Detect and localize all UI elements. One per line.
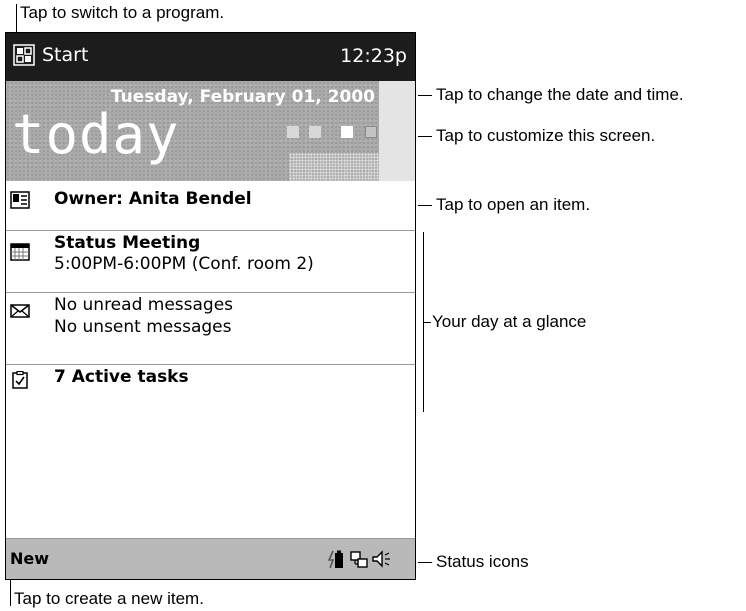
callout-line-customize bbox=[418, 136, 432, 137]
theme-square-2[interactable] bbox=[309, 126, 321, 138]
new-button[interactable]: New bbox=[10, 549, 49, 568]
contact-card-icon bbox=[10, 191, 30, 209]
theme-square-3[interactable] bbox=[341, 126, 353, 138]
start-label: Start bbox=[42, 44, 89, 66]
callout-switch-program: Tap to switch to a program. bbox=[20, 3, 225, 22]
callout-line-day-glance bbox=[423, 322, 431, 323]
today-banner[interactable]: Tuesday, February 01, 2000 today bbox=[6, 81, 415, 181]
owner-name: Owner: Anita Bendel bbox=[54, 189, 252, 209]
callout-status-icons: Status icons bbox=[436, 552, 529, 571]
banner-dither-corner bbox=[289, 153, 379, 181]
pocket-pc-screen: Start 12:23p Tuesday, February 01, 2000 … bbox=[5, 32, 416, 580]
callout-line-status-icons bbox=[418, 562, 432, 563]
windows-flag-icon bbox=[13, 44, 35, 66]
calendar-item[interactable]: Status Meeting 5:00PM-6:00PM (Conf. room… bbox=[6, 231, 415, 293]
tasks-item[interactable]: 7 Active tasks bbox=[6, 365, 415, 405]
callout-create-new-item: Tap to create a new item. bbox=[14, 589, 204, 608]
task-check-icon bbox=[12, 371, 28, 389]
banner-highlight bbox=[379, 81, 415, 181]
inbox-unsent: No unsent messages bbox=[54, 317, 232, 337]
callout-customize-screen: Tap to customize this screen. bbox=[436, 126, 656, 145]
battery-icon[interactable] bbox=[327, 550, 343, 569]
meeting-title: Status Meeting bbox=[54, 233, 201, 253]
calendar-icon bbox=[10, 243, 30, 261]
callout-line-open-item bbox=[418, 205, 432, 206]
callout-day-at-glance: Your day at a glance bbox=[432, 312, 587, 331]
callout-open-item: Tap to open an item. bbox=[436, 195, 591, 214]
meeting-detail: 5:00PM-6:00PM (Conf. room 2) bbox=[54, 254, 314, 274]
status-icons bbox=[327, 550, 390, 569]
speaker-icon[interactable] bbox=[372, 550, 390, 568]
command-bar: New bbox=[6, 538, 415, 579]
envelope-icon bbox=[10, 304, 30, 318]
clock[interactable]: 12:23p bbox=[340, 45, 407, 67]
today-title: today bbox=[12, 103, 180, 166]
callout-line-new-item bbox=[10, 580, 11, 606]
theme-square-4[interactable] bbox=[365, 126, 377, 138]
tasks-count: 7 Active tasks bbox=[54, 367, 189, 387]
theme-square-1[interactable] bbox=[287, 126, 299, 138]
callout-line-switch-program bbox=[16, 4, 17, 32]
owner-item[interactable]: Owner: Anita Bendel bbox=[6, 181, 415, 231]
callout-line-change-date bbox=[418, 95, 432, 96]
inbox-item[interactable]: No unread messages No unsent messages bbox=[6, 293, 415, 365]
navigation-bar: Start 12:23p bbox=[6, 33, 415, 81]
connection-icon[interactable] bbox=[350, 551, 368, 568]
callout-change-date-time: Tap to change the date and time. bbox=[436, 85, 684, 104]
inbox-unread: No unread messages bbox=[54, 295, 234, 315]
start-button[interactable]: Start bbox=[6, 33, 126, 81]
